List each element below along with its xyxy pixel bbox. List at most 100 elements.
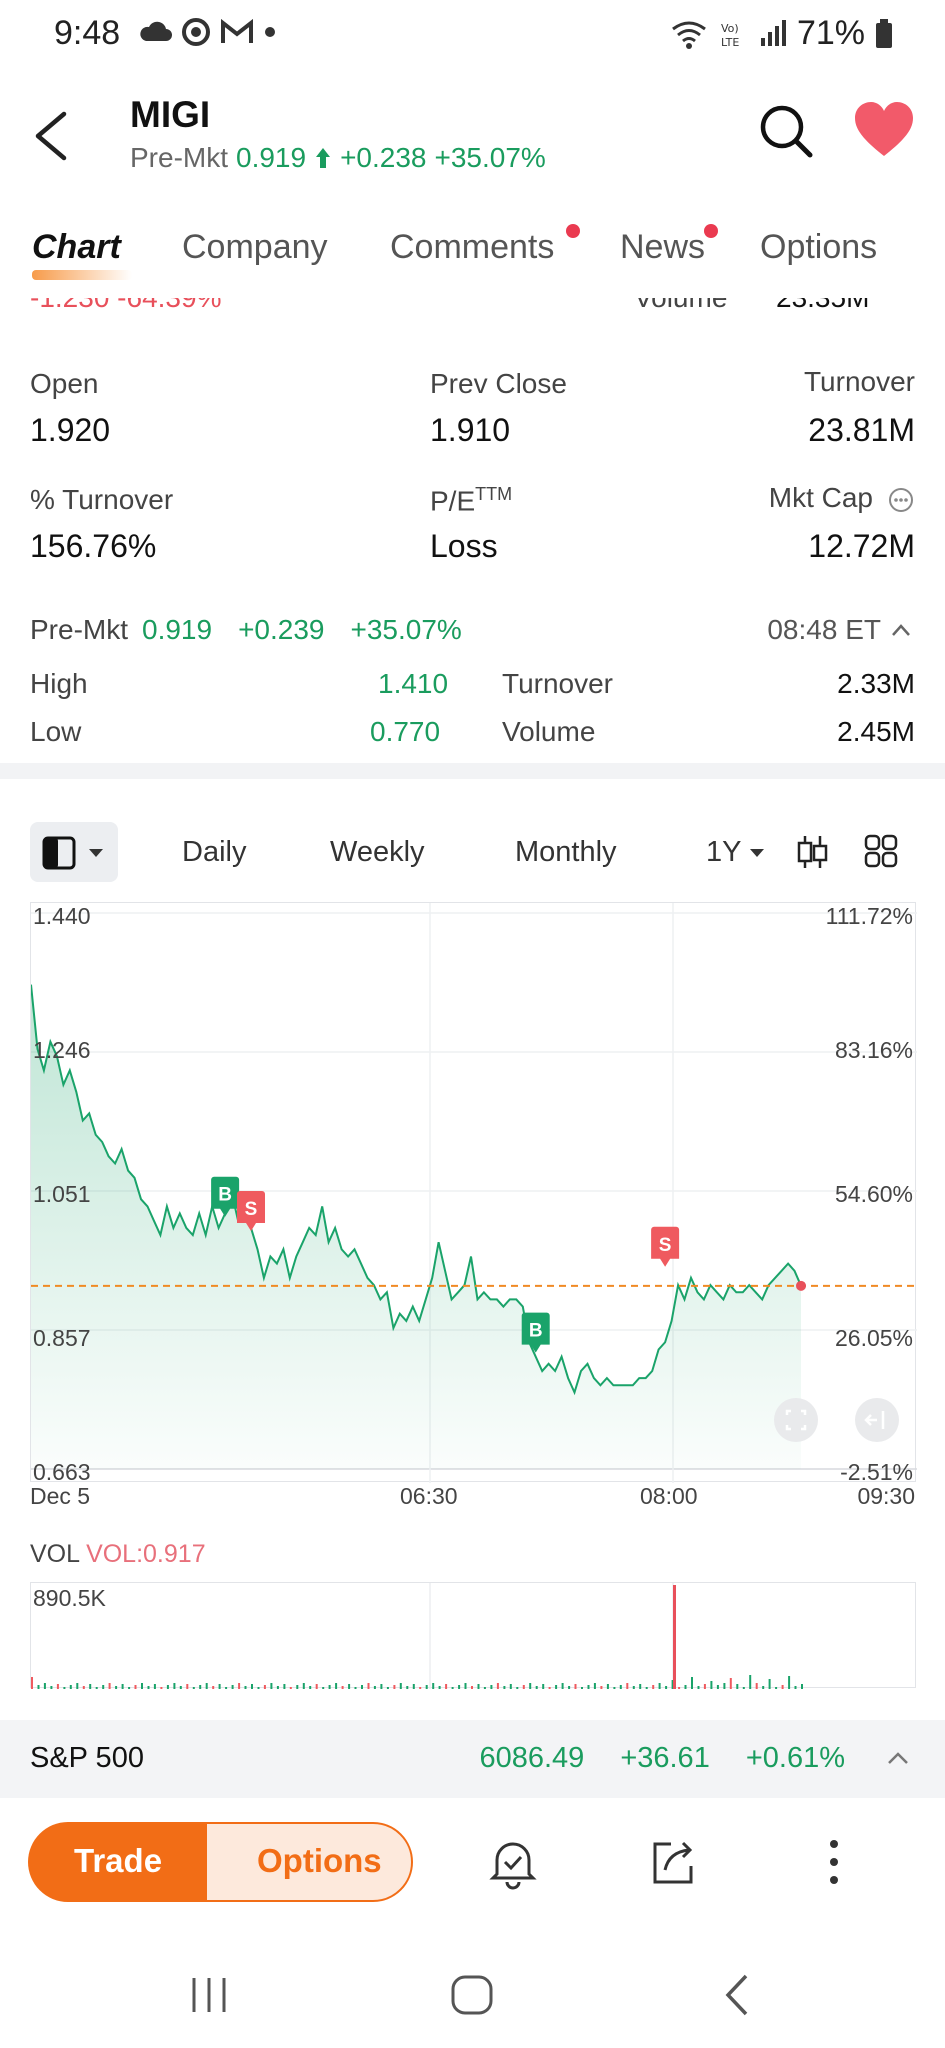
volume-bar (697, 1686, 700, 1689)
svg-text:Vo): Vo) (721, 22, 739, 35)
chart-mode-button[interactable] (30, 822, 118, 882)
marker-label: S (245, 1199, 258, 1220)
volume-bar (141, 1683, 143, 1689)
volume-bar (542, 1684, 545, 1689)
volume-bar (801, 1684, 803, 1689)
pm-high-value: 1.410 (378, 668, 449, 699)
sell-marker: S (651, 1226, 680, 1267)
favorite-heart-icon[interactable] (853, 100, 915, 160)
volume-bar (581, 1687, 583, 1689)
pm-price: 0.919 (142, 614, 213, 645)
fullscreen-button[interactable] (774, 1398, 818, 1442)
back-arrow-icon[interactable] (26, 108, 76, 164)
stock-header: MIGI Pre-Mkt 0.919 +0.238 +35.07% (0, 80, 945, 190)
open-value: 1.920 (30, 412, 111, 448)
back-nav-icon[interactable] (712, 1970, 762, 2020)
volume-bar (50, 1686, 53, 1689)
pm-low-value: 0.770 (370, 716, 441, 747)
volume-bar (432, 1683, 435, 1689)
pct-turnover-value: 156.76% (30, 528, 157, 564)
cloud-icon (140, 21, 172, 41)
volume-bar (645, 1687, 648, 1689)
volume-bar (115, 1686, 118, 1689)
period-daily[interactable]: Daily (182, 836, 246, 869)
volume-bar (425, 1685, 428, 1689)
more-options-icon[interactable] (804, 1832, 864, 1892)
volume-bar (419, 1687, 422, 1689)
pm-time-toggle[interactable]: 08:48 ET (767, 614, 911, 646)
volume-bar (768, 1679, 771, 1689)
share-icon[interactable] (643, 1832, 703, 1892)
caret-down-icon (89, 849, 103, 857)
volume-title: VOL VOL:0.917 (30, 1540, 206, 1569)
volume-bar (270, 1683, 273, 1689)
volume-bar (315, 1684, 318, 1689)
premarket-summary: Pre-Mkt 0.919 +0.238 +35.07% (130, 142, 546, 174)
volume-bar (173, 1683, 176, 1689)
home-icon[interactable] (448, 1970, 498, 2020)
volume-bar (89, 1684, 92, 1689)
volume-bar (723, 1683, 726, 1689)
volume-chart-svg (31, 1583, 803, 1689)
status-bar: 9:48 Vo) LTE 71% (0, 0, 945, 70)
battery-percent: 71% (796, 14, 865, 52)
volume-bar (587, 1685, 590, 1689)
pm-turnover-value: 2.33M (837, 668, 915, 699)
volume-bar (166, 1685, 169, 1689)
bottom-action-bar: Trade Options (0, 1800, 945, 1924)
volume-bar (496, 1683, 499, 1689)
volume-bar (186, 1684, 189, 1689)
pe-label: P/ETTM (430, 484, 513, 517)
volume-bar (244, 1686, 247, 1689)
turnover-label: Turnover (803, 366, 915, 397)
index-ticker-bar[interactable]: S&P 500 6086.49 +36.61 +0.61% (0, 1720, 945, 1798)
x-tick-1: 06:30 (400, 1483, 458, 1509)
volume-bar (464, 1683, 467, 1689)
tab-options[interactable]: Options (760, 228, 877, 267)
volume-bar (406, 1686, 409, 1689)
volume-bar (535, 1686, 538, 1689)
day-change: -1.230 -64.39% (30, 298, 221, 314)
trade-button[interactable]: Trade (28, 1822, 213, 1902)
index-change-pct: +0.61% (745, 1742, 845, 1774)
marker-label: B (529, 1321, 543, 1342)
price-chart[interactable]: BSBS 1.440 1.246 1.051 0.857 0.663 111.7… (30, 902, 917, 1485)
volume-bar (762, 1686, 765, 1689)
volume-chart[interactable]: 890.5K (30, 1582, 916, 1689)
volume-bar (225, 1687, 228, 1689)
volume-bar (335, 1683, 338, 1689)
volume-label-clipped: Volume (634, 298, 727, 314)
tab-news[interactable]: News (620, 228, 705, 267)
candlestick-icon[interactable] (796, 834, 828, 870)
grid-layout-icon[interactable] (864, 834, 898, 868)
price-alert-bell-icon[interactable] (483, 1832, 543, 1892)
volume-bar (710, 1681, 713, 1689)
jump-latest-button[interactable] (855, 1398, 899, 1442)
search-icon[interactable] (757, 102, 815, 160)
options-button[interactable]: Options (205, 1822, 413, 1902)
volume-bar (82, 1686, 85, 1689)
volume-bar (749, 1675, 752, 1689)
period-monthly[interactable]: Monthly (515, 836, 617, 869)
recent-apps-icon[interactable] (184, 1970, 234, 2020)
pm-change: +0.239 (238, 614, 325, 645)
volume-bar (108, 1683, 111, 1689)
x-tick-0: Dec 5 (30, 1483, 91, 1509)
volte-icon: Vo)LTE (721, 22, 739, 49)
range-selector[interactable]: 1Y (706, 836, 765, 869)
system-nav-bar (0, 1940, 945, 2048)
chevron-up-icon[interactable] (887, 1750, 909, 1766)
tab-comments[interactable]: Comments (390, 228, 554, 267)
caret-down-icon (750, 848, 765, 857)
volume-bar (283, 1684, 286, 1689)
period-weekly[interactable]: Weekly (330, 836, 425, 869)
volume-bar (367, 1683, 370, 1689)
y-pct-tick-2: 54.60% (834, 1181, 913, 1207)
tab-chart[interactable]: Chart (32, 228, 121, 267)
tab-company[interactable]: Company (182, 228, 328, 267)
volume-bar (238, 1683, 241, 1689)
more-info-icon[interactable] (887, 486, 915, 514)
volume-bar (31, 1677, 33, 1689)
volume-bar (393, 1685, 396, 1689)
volume-bar (639, 1684, 642, 1689)
